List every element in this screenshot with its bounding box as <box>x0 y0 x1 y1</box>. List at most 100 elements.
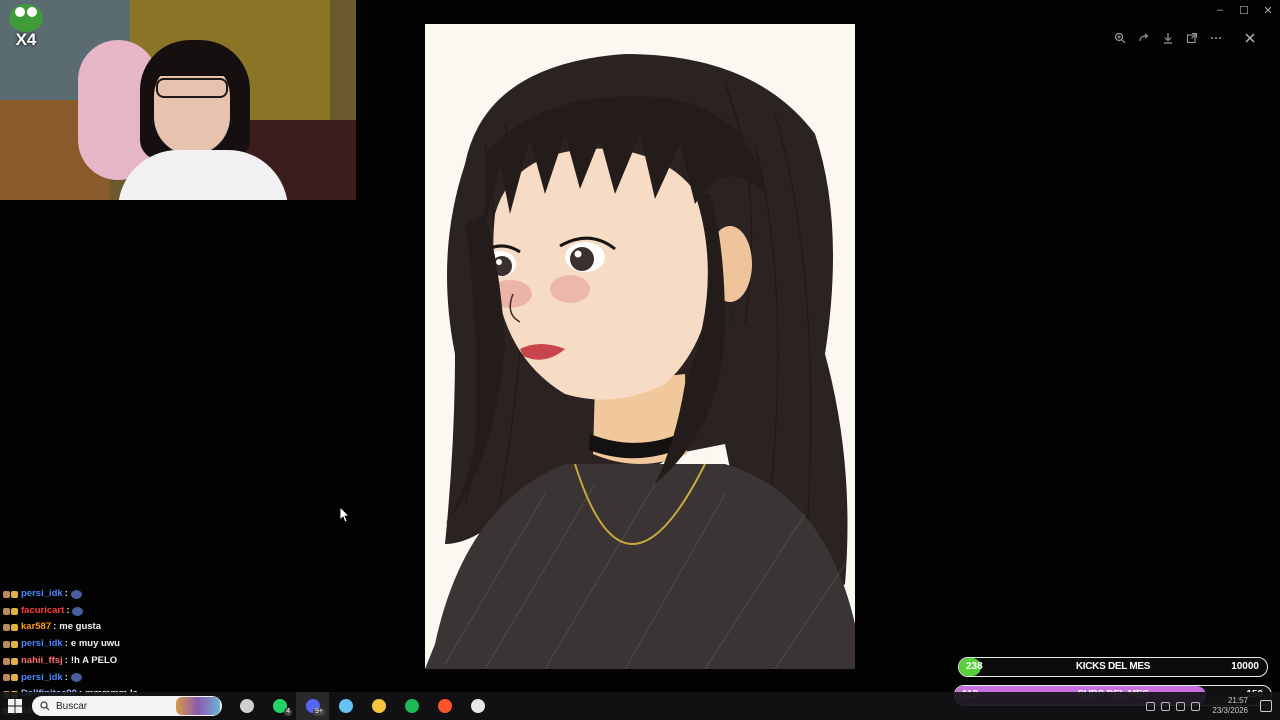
sub-badge-icon <box>11 674 18 682</box>
badge-icon <box>3 674 10 682</box>
app-badge: 4 <box>284 708 292 716</box>
kicks-goal-bar: 238 KICKS DEL MES 10000 <box>958 657 1268 677</box>
download-button[interactable] <box>1156 26 1180 50</box>
start-button[interactable] <box>0 692 30 720</box>
pepe-emote-icon: X4 <box>6 4 46 56</box>
taskbar-clock[interactable]: 21:57 23/3/2026 <box>1212 696 1248 716</box>
chat-separator: : <box>64 638 68 650</box>
windows-logo-icon <box>8 699 22 713</box>
webcam-streamer <box>118 40 288 200</box>
streamer-bangs <box>152 46 234 76</box>
taskbar-app-task-view[interactable] <box>230 692 263 720</box>
close-icon <box>1245 33 1255 43</box>
steam-icon <box>338 699 353 713</box>
chat-badges <box>3 657 18 665</box>
taskbar-app-steam[interactable] <box>329 692 362 720</box>
sub-badge-icon <box>11 624 18 632</box>
notifications-icon[interactable] <box>1260 700 1272 712</box>
open-external-button[interactable] <box>1180 26 1204 50</box>
chat-text: e muy uwu <box>70 638 120 650</box>
taskbar-app-whatsapp[interactable]: 4 <box>263 692 296 720</box>
chat-separator: : <box>64 588 68 599</box>
windows-taskbar: Buscar 4 9+ 21:57 23/3/2026 <box>0 692 1280 720</box>
emote-icon <box>70 673 82 683</box>
chat-username[interactable]: nahii_ffsj <box>21 653 63 670</box>
open-external-icon <box>1186 32 1198 44</box>
chat-message: kar587: me gusta <box>0 619 200 636</box>
emote-icon <box>72 606 84 616</box>
window-close-button[interactable]: ✕ <box>1256 0 1280 20</box>
chat-separator: : <box>64 654 68 666</box>
brave-icon <box>437 699 452 713</box>
rotate-button[interactable] <box>1132 26 1156 50</box>
more-icon <box>1211 37 1221 39</box>
badge-icon <box>3 590 10 598</box>
network-icon[interactable] <box>1161 701 1171 711</box>
sub-badge-icon <box>11 657 18 665</box>
streamer-hoodie <box>118 150 288 200</box>
frog-face-icon <box>9 4 43 32</box>
file-explorer-icon <box>371 699 386 713</box>
chat-username[interactable]: persi_idk <box>21 636 63 653</box>
mouse-cursor-icon <box>340 507 350 523</box>
maximize-button[interactable]: ☐ <box>1232 0 1256 20</box>
taskbar-app-spotify[interactable] <box>395 692 428 720</box>
badge-icon <box>3 624 10 632</box>
download-icon <box>1164 33 1172 44</box>
taskbar-app-brave[interactable] <box>428 692 461 720</box>
obs-icon <box>470 699 485 713</box>
chat-message: persi_idk: <box>0 670 200 687</box>
taskbar-app-obs[interactable] <box>461 692 494 720</box>
chat-username[interactable]: facuricart <box>21 603 64 620</box>
clock-date: 23/3/2026 <box>1212 706 1248 715</box>
badge-icon <box>3 640 10 648</box>
chat-separator: : <box>64 671 68 683</box>
chevron-up-icon[interactable] <box>1146 701 1156 711</box>
search-highlight-image <box>176 697 220 715</box>
emote-icon <box>70 589 82 599</box>
close-viewer-button[interactable] <box>1238 26 1262 50</box>
battery-icon[interactable] <box>1191 701 1201 711</box>
system-tray: 21:57 23/3/2026 <box>1146 692 1272 720</box>
chat-message: facuricart: <box>0 603 200 620</box>
chat-message: persi_idk: <box>0 586 200 603</box>
zoom-in-icon <box>1114 32 1126 44</box>
taskbar-app-file-explorer[interactable] <box>362 692 395 720</box>
chat-text: !h A PELO <box>70 654 118 666</box>
chat-separator: : <box>66 604 70 616</box>
chat-badges <box>3 640 18 648</box>
volume-icon[interactable] <box>1176 701 1186 711</box>
more-options-button[interactable] <box>1204 26 1228 50</box>
chat-username[interactable]: kar587 <box>21 619 51 636</box>
chat-separator: : <box>53 621 57 633</box>
taskbar-apps: 4 9+ <box>230 692 494 720</box>
chat-badges <box>3 674 18 682</box>
search-placeholder: Buscar <box>56 700 88 712</box>
chat-message: nahii_ffsj: !h A PELO <box>0 653 200 670</box>
kicks-goal-label: KICKS DEL MES <box>1075 661 1151 672</box>
chat-badges <box>3 607 18 615</box>
task-view-icon <box>239 699 254 713</box>
badge-icon <box>3 607 10 615</box>
chat-username[interactable]: persi_idk <box>21 586 63 603</box>
rotate-icon <box>1139 33 1149 42</box>
chat-badges <box>3 590 18 598</box>
window-controls: – ☐ ✕ <box>1208 0 1280 20</box>
search-icon <box>40 701 50 711</box>
image-viewer-toolbar <box>1108 26 1268 50</box>
clock-time: 21:57 <box>1227 696 1248 705</box>
taskbar-app-discord[interactable]: 9+ <box>296 692 329 720</box>
zoom-in-button[interactable] <box>1108 26 1132 50</box>
spotify-icon <box>404 699 419 713</box>
minimize-button[interactable]: – <box>1208 0 1232 20</box>
taskbar-search-box[interactable]: Buscar <box>32 696 222 716</box>
chat-text: me gusta <box>59 621 102 633</box>
chat-username[interactable]: persi_idk <box>21 670 63 687</box>
badge-icon <box>3 657 10 665</box>
portrait-drawing <box>425 54 855 669</box>
sub-badge-icon <box>11 590 18 598</box>
app-badge: 9+ <box>313 708 325 716</box>
emote-multiplier: X4 <box>15 30 37 49</box>
webcam-overlay: X4 <box>0 0 356 200</box>
chat-message: persi_idk: e muy uwu <box>0 636 200 653</box>
